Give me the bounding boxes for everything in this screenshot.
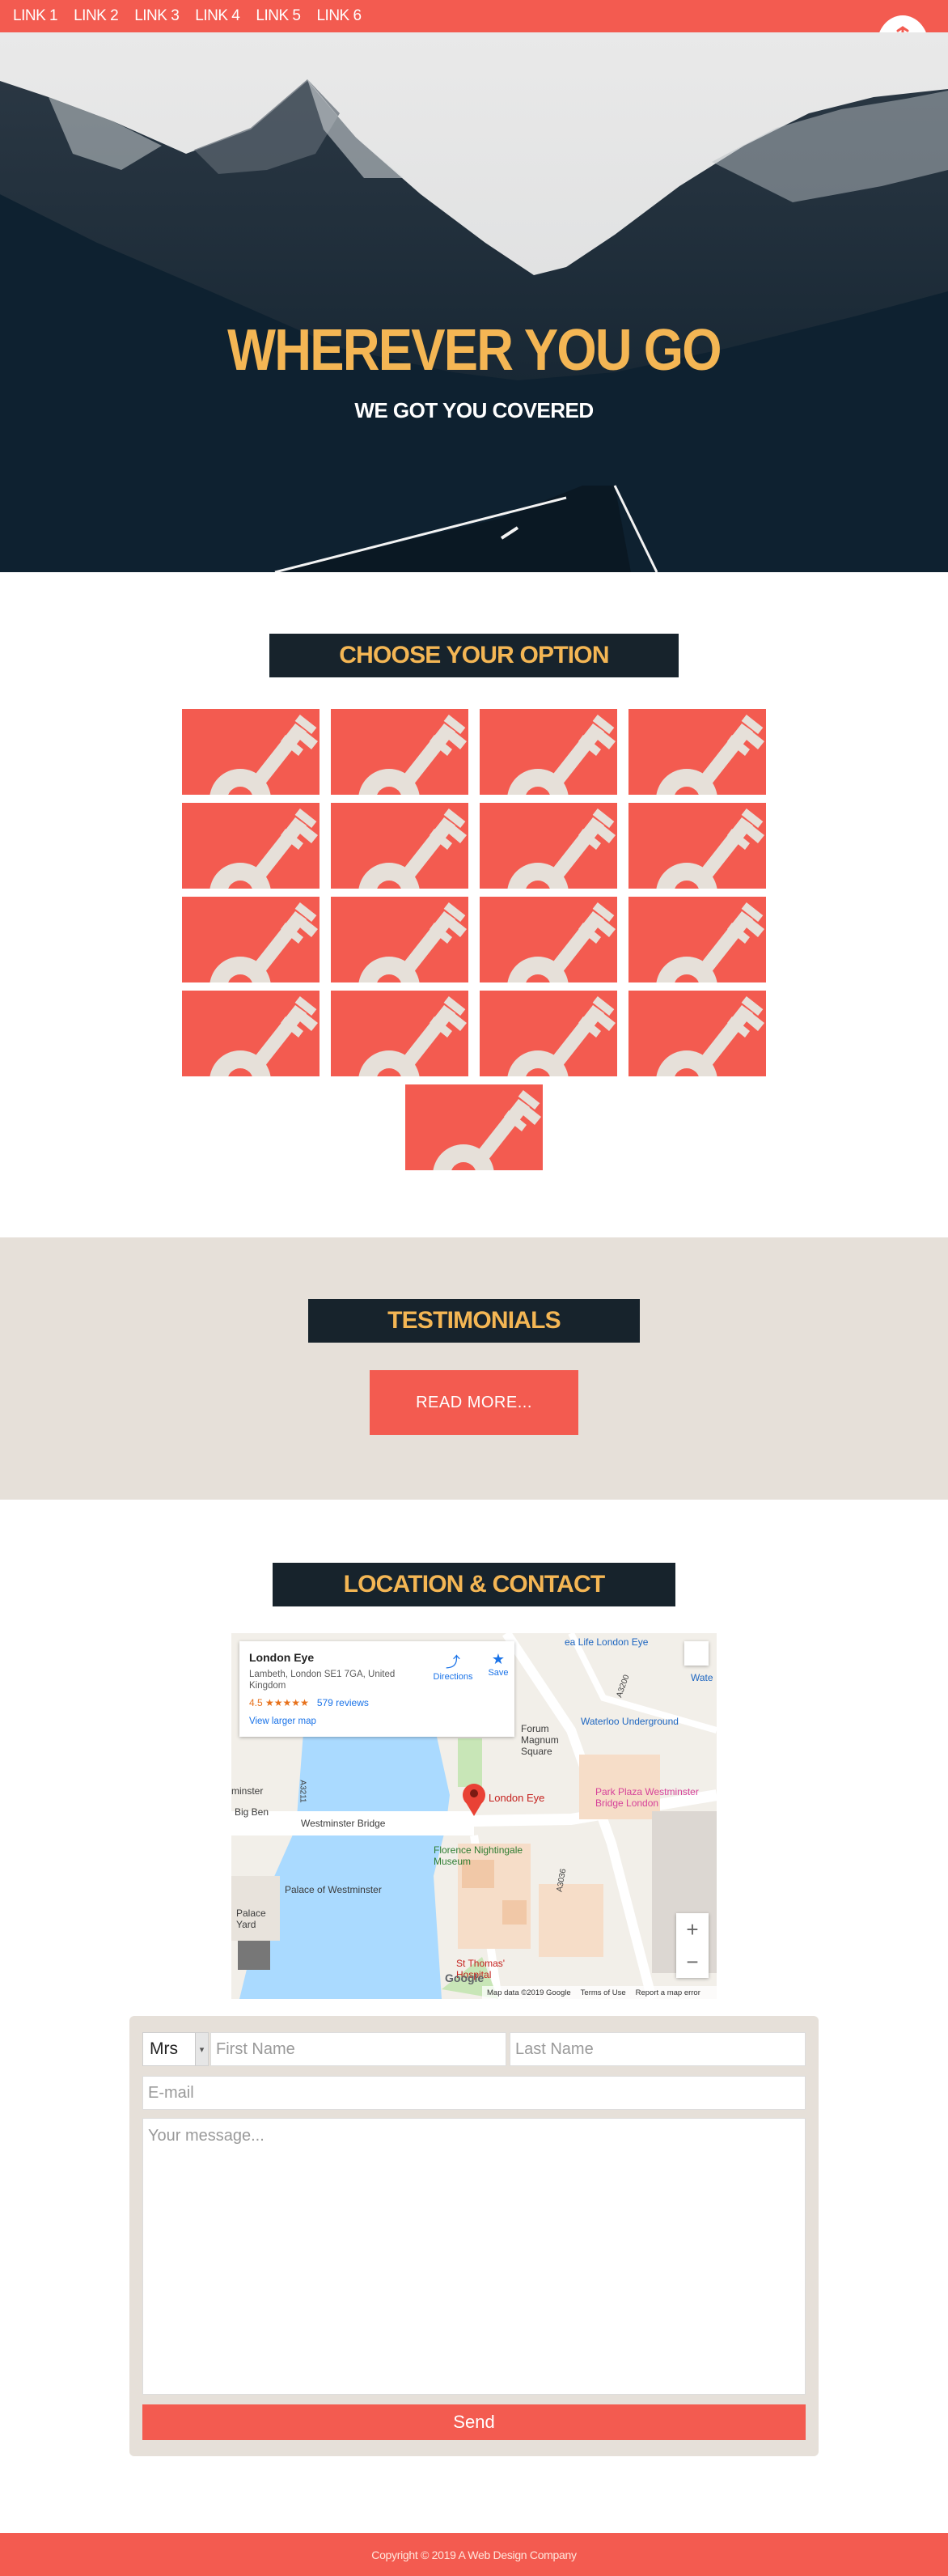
testimonials-section bbox=[0, 1237, 948, 1500]
key-icon bbox=[182, 897, 320, 982]
key-icon bbox=[480, 803, 617, 889]
map-label-florence: Florence Nightingale Museum bbox=[434, 1844, 523, 1867]
rating-stars: ★★★★★ bbox=[265, 1696, 309, 1708]
key-icon bbox=[331, 991, 468, 1076]
option-tile[interactable] bbox=[628, 803, 766, 889]
email-field[interactable]: E-mail bbox=[142, 2076, 806, 2110]
option-tile[interactable] bbox=[405, 1084, 543, 1170]
options-title: CHOOSE YOUR OPTION bbox=[269, 634, 679, 677]
map-label-wat: Wate bbox=[691, 1672, 713, 1683]
terms-link[interactable]: Terms of Use bbox=[581, 1988, 626, 1997]
map-label-park-plaza: Park Plaza Westminster Bridge London bbox=[595, 1786, 699, 1809]
place-info-card: London Eye Lambeth, London SE1 7GA, Unit… bbox=[239, 1641, 514, 1737]
save-label: Save bbox=[488, 1668, 509, 1678]
option-tile[interactable] bbox=[182, 709, 320, 795]
place-rating: 4.5 ★★★★★ 579 reviews bbox=[249, 1697, 505, 1708]
location-map[interactable]: London Eye Waterloo Underground Park Pla… bbox=[231, 1633, 717, 1999]
option-tile[interactable] bbox=[331, 709, 468, 795]
key-icon bbox=[405, 1084, 543, 1170]
key-icon bbox=[331, 803, 468, 889]
map-label-palace: Palace of Westminster bbox=[285, 1884, 382, 1895]
hero-title: WHEREVER YOU GO bbox=[227, 318, 722, 383]
option-tile[interactable] bbox=[480, 709, 617, 795]
last-name-field[interactable]: Last Name bbox=[510, 2032, 806, 2066]
map-label-big-ben: Big Ben bbox=[235, 1806, 269, 1818]
directions-button[interactable]: ⤴ Directions bbox=[430, 1651, 476, 1682]
key-icon bbox=[182, 991, 320, 1076]
nav-link-6[interactable]: LINK 6 bbox=[316, 7, 362, 25]
contact-title: LOCATION & CONTACT bbox=[273, 1563, 675, 1606]
directions-label: Directions bbox=[433, 1672, 473, 1682]
chevron-down-icon: ▾ bbox=[195, 2033, 208, 2065]
view-larger-map-link[interactable]: View larger map bbox=[249, 1717, 505, 1726]
map-label-waterloo: Waterloo Underground bbox=[581, 1716, 679, 1727]
key-icon bbox=[480, 991, 617, 1076]
google-logo: Google bbox=[445, 1971, 485, 1984]
option-tile[interactable] bbox=[628, 709, 766, 795]
key-icon bbox=[480, 897, 617, 982]
directions-icon: ⤴ bbox=[446, 1654, 460, 1670]
report-link[interactable]: Report a map error bbox=[636, 1988, 700, 1997]
key-icon bbox=[480, 709, 617, 795]
testimonials-title: TESTIMONIALS bbox=[308, 1299, 640, 1343]
map-label-sea-life: ea Life London Eye bbox=[565, 1636, 649, 1648]
key-icon bbox=[331, 897, 468, 982]
option-tile[interactable] bbox=[628, 991, 766, 1076]
save-button[interactable]: ★ Save bbox=[482, 1651, 514, 1678]
nav-link-2[interactable]: LINK 2 bbox=[74, 7, 119, 25]
title-select[interactable]: Mrs ▾ bbox=[142, 2032, 209, 2066]
map-label-palace-yard: Palace Yard bbox=[236, 1908, 266, 1930]
first-name-field[interactable]: First Name bbox=[210, 2032, 506, 2066]
key-icon bbox=[628, 803, 766, 889]
option-tile[interactable] bbox=[480, 803, 617, 889]
option-tile[interactable] bbox=[628, 897, 766, 982]
star-icon: ★ bbox=[491, 1651, 506, 1667]
footer: Copyright © 2019 A Web Design Company bbox=[0, 2533, 948, 2576]
map-label-westminster-tube: minster bbox=[231, 1785, 264, 1797]
key-icon bbox=[628, 897, 766, 982]
option-tile[interactable] bbox=[182, 991, 320, 1076]
nav-link-3[interactable]: LINK 3 bbox=[134, 7, 180, 25]
top-nav: LINK 1 LINK 2 LINK 3 LINK 4 LINK 5 LINK … bbox=[0, 0, 948, 32]
option-tile[interactable] bbox=[480, 991, 617, 1076]
place-address: Lambeth, London SE1 7GA, United Kingdom bbox=[249, 1670, 396, 1691]
reviews-link[interactable]: 579 reviews bbox=[317, 1697, 369, 1708]
zoom-in-button[interactable]: + bbox=[676, 1913, 709, 1946]
map-label-westminster-bridge: Westminster Bridge bbox=[301, 1818, 386, 1829]
key-icon bbox=[182, 803, 320, 889]
send-button[interactable]: Send bbox=[142, 2404, 806, 2440]
nav-link-4[interactable]: LINK 4 bbox=[195, 7, 240, 25]
hero-subtitle: WE GOT YOU COVERED bbox=[354, 398, 594, 422]
key-icon bbox=[628, 991, 766, 1076]
zoom-controls: + − bbox=[676, 1913, 709, 1978]
nav-links: LINK 1 LINK 2 LINK 3 LINK 4 LINK 5 LINK … bbox=[13, 0, 362, 32]
map-label-forum: Forum Magnum Square bbox=[521, 1723, 559, 1757]
rating-value: 4.5 bbox=[249, 1696, 263, 1708]
fullscreen-button[interactable] bbox=[684, 1641, 709, 1666]
hero-banner: WHEREVER YOU GO WE GOT YOU COVERED bbox=[0, 32, 948, 572]
map-label-a3211: A3211 bbox=[298, 1780, 307, 1803]
key-icon bbox=[182, 709, 320, 795]
option-tile[interactable] bbox=[182, 803, 320, 889]
option-tile[interactable] bbox=[480, 897, 617, 982]
option-tile[interactable] bbox=[331, 897, 468, 982]
mountain-landscape-image bbox=[0, 32, 948, 572]
nav-link-1[interactable]: LINK 1 bbox=[13, 7, 58, 25]
message-textarea[interactable]: Your message... bbox=[142, 2118, 806, 2395]
key-icon bbox=[331, 709, 468, 795]
map-attribution-bar: Map data ©2019 Google Terms of Use Repor… bbox=[482, 1986, 717, 1999]
map-pin-label: London Eye bbox=[489, 1792, 545, 1804]
key-icon bbox=[628, 709, 766, 795]
zoom-out-button[interactable]: − bbox=[676, 1946, 709, 1978]
title-select-value: Mrs bbox=[150, 2039, 178, 2058]
contact-form: Mrs ▾ First Name Last Name E-mail Your m… bbox=[129, 2016, 819, 2456]
option-tile[interactable] bbox=[331, 803, 468, 889]
option-tile[interactable] bbox=[182, 897, 320, 982]
read-more-button[interactable]: READ MORE... bbox=[370, 1370, 578, 1435]
copyright-text: Copyright © 2019 A Web Design Company bbox=[371, 2548, 577, 2561]
nav-link-5[interactable]: LINK 5 bbox=[256, 7, 301, 25]
option-tile[interactable] bbox=[331, 991, 468, 1076]
map-data-text: Map data ©2019 Google bbox=[487, 1988, 571, 1997]
